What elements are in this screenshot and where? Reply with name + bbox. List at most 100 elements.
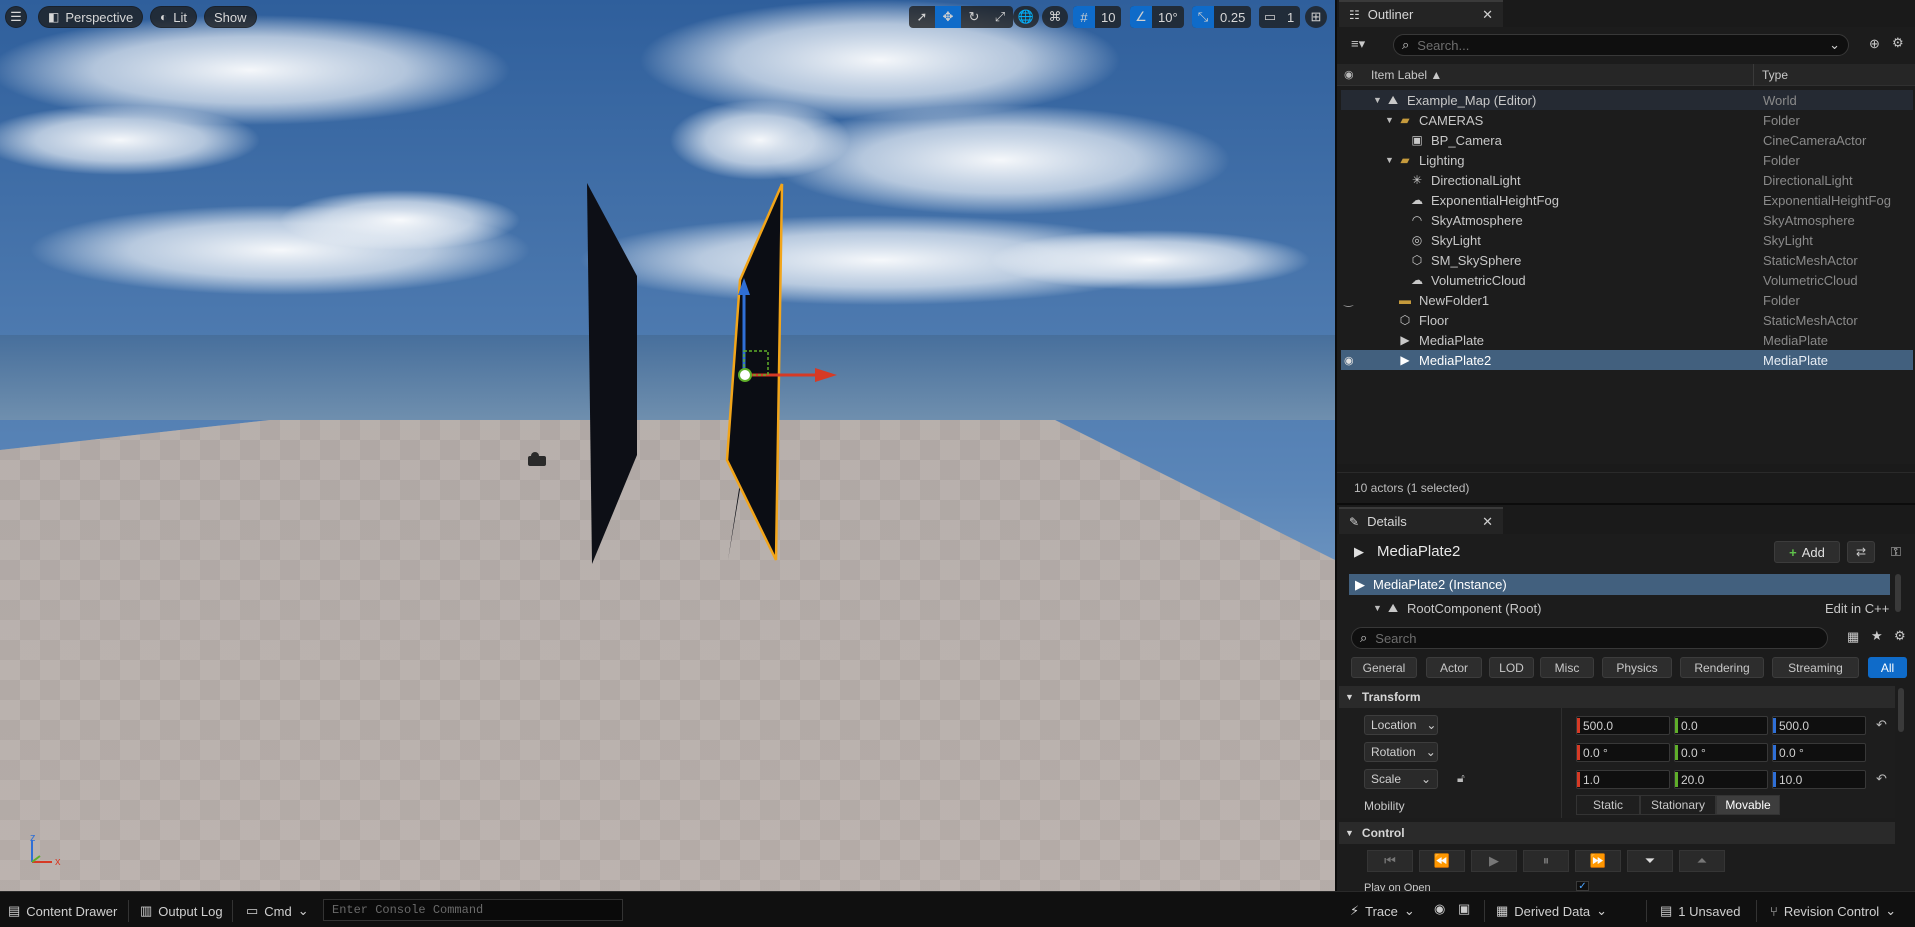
transform-section-header[interactable]: ▼ Transform	[1339, 686, 1895, 708]
outliner-row-volumetric-cloud[interactable]: ☁ VolumetricCloud VolumetricCloud	[1341, 270, 1913, 290]
star-icon[interactable]: ★	[1871, 628, 1883, 644]
rotation-snap-group[interactable]: ∠ 10°	[1130, 6, 1184, 28]
outliner-tab[interactable]: ☷ Outliner ✕	[1339, 0, 1503, 27]
mobility-static[interactable]: Static	[1576, 795, 1640, 815]
play-button[interactable]: ▶	[1471, 850, 1517, 872]
outliner-row-sky-sphere[interactable]: ⬡ SM_SkySphere StaticMeshActor	[1341, 250, 1913, 270]
translate-mode-icon[interactable]: ✥	[935, 6, 961, 28]
location-y-field[interactable]: 0.0	[1674, 716, 1768, 735]
forward-button[interactable]: ⏩	[1575, 850, 1621, 872]
unlock-icon[interactable]: 🔓︎	[1457, 771, 1465, 786]
outliner-row-floor[interactable]: ⬡ Floor StaticMeshActor	[1341, 310, 1913, 330]
filter-icon[interactable]: ≡▾	[1351, 36, 1365, 52]
details-search-input[interactable]: ⌕ Search	[1351, 627, 1828, 649]
revision-control-button[interactable]: ⑂ Revision Control ⌄	[1770, 901, 1896, 921]
add-component-button[interactable]: + Add	[1774, 541, 1840, 563]
grid-snap-group[interactable]: # 10	[1073, 6, 1122, 28]
root-component-row[interactable]: ▼ ⛰ RootComponent (Root) Edit in C++	[1349, 598, 1890, 618]
lit-button[interactable]: ◐ Lit	[150, 6, 197, 28]
property-matrix-icon[interactable]: ▦	[1847, 629, 1859, 645]
viewport-scene[interactable]	[0, 0, 1335, 891]
outliner-row-mediaplate[interactable]: ▶ MediaPlate MediaPlate	[1341, 330, 1913, 350]
scale-x-field[interactable]: 1.0	[1576, 770, 1670, 789]
camera-speed-value[interactable]: 1	[1281, 6, 1300, 28]
location-x-field[interactable]: 500.0	[1576, 716, 1670, 735]
component-instance-row[interactable]: ▶ MediaPlate2 (Instance)	[1349, 574, 1890, 595]
category-rendering[interactable]: Rendering	[1680, 657, 1764, 678]
rotation-y-field[interactable]: 0.0 °	[1674, 743, 1768, 762]
viewport-menu-button[interactable]: ☰	[5, 6, 27, 28]
mobility-movable[interactable]: Movable	[1716, 795, 1780, 815]
category-physics[interactable]: Physics	[1602, 657, 1672, 678]
camera-speed-group[interactable]: ▭ 1	[1259, 6, 1301, 28]
rotation-z-field[interactable]: 0.0 °	[1772, 743, 1866, 762]
outliner-row-directional-light[interactable]: ✳ DirectionalLight DirectionalLight	[1341, 170, 1913, 190]
outliner-row-cameras[interactable]: ▼ ▰ CAMERAS Folder	[1341, 110, 1913, 130]
category-lod[interactable]: LOD	[1489, 657, 1534, 678]
add-folder-icon[interactable]: ⊕	[1869, 36, 1880, 52]
location-dropdown[interactable]: Location ⌄	[1364, 715, 1438, 735]
rotate-mode-icon[interactable]: ↻	[961, 6, 987, 28]
grid-snap-value[interactable]: 10	[1095, 6, 1121, 28]
camera-icon[interactable]: ▭	[1259, 6, 1281, 28]
level-viewport[interactable]: ☰ ◧ Perspective ◐ Lit Show ➚ ✥ ↻ ⤢ 🌐 ⌘ #…	[0, 0, 1335, 891]
rotation-x-field[interactable]: 0.0 °	[1576, 743, 1670, 762]
scale-y-field[interactable]: 20.0	[1674, 770, 1768, 789]
unsaved-button[interactable]: ▤ 1 Unsaved	[1660, 901, 1740, 921]
coordinate-space-button[interactable]: 🌐	[1013, 6, 1039, 28]
trace-button[interactable]: ⚡︎ Trace ⌄	[1350, 901, 1415, 921]
play-on-open-checkbox[interactable]: ✓	[1576, 881, 1589, 891]
surface-snap-button[interactable]: ⌘	[1042, 6, 1068, 28]
mobility-stationary[interactable]: Stationary	[1640, 795, 1716, 815]
type-column[interactable]: Type	[1762, 68, 1788, 82]
record-icon[interactable]: ◉	[1434, 901, 1445, 917]
close-outliner-icon[interactable]: ✕	[1482, 7, 1493, 23]
category-actor[interactable]: Actor	[1426, 657, 1482, 678]
outliner-search-input[interactable]: ⌕ Search... ⌄	[1393, 34, 1849, 56]
output-log-button[interactable]: ▥ Output Log	[140, 901, 223, 921]
angle-snap-icon[interactable]: ∠	[1130, 6, 1152, 28]
close-details-icon[interactable]: ✕	[1482, 514, 1493, 530]
components-scrollbar[interactable]	[1895, 574, 1901, 612]
edit-in-cpp-link[interactable]: Edit in C++	[1825, 601, 1889, 616]
eye-icon[interactable]: ◉	[1344, 354, 1354, 367]
rotation-snap-value[interactable]: 10°	[1152, 6, 1184, 28]
scale-mode-icon[interactable]: ⤢	[987, 6, 1013, 28]
outliner-row-bp-camera[interactable]: ▣ BP_Camera CineCameraActor	[1341, 130, 1913, 150]
lock-icon[interactable]: ⚿	[1891, 544, 1901, 560]
screenshot-icon[interactable]: ▣	[1458, 901, 1470, 917]
actor-name[interactable]: MediaPlate2	[1377, 543, 1460, 560]
show-button[interactable]: Show	[204, 6, 257, 28]
pause-button[interactable]: ⏸	[1523, 850, 1569, 872]
scale-snap-group[interactable]: ⤡ 0.25	[1192, 6, 1252, 28]
layout-button[interactable]: ⊞	[1305, 6, 1327, 28]
outliner-row-height-fog[interactable]: ☁ ExponentialHeightFog ExponentialHeight…	[1341, 190, 1913, 210]
collapse-arrow-icon[interactable]: ▼	[1373, 603, 1385, 613]
category-all[interactable]: All	[1868, 657, 1907, 678]
derived-data-button[interactable]: ▦ Derived Data ⌄	[1496, 901, 1607, 921]
outliner-row-mediaplate2[interactable]: ◉ ▶ MediaPlate2 MediaPlate	[1341, 350, 1913, 370]
open-button[interactable]: ⏷	[1627, 850, 1673, 872]
outliner-row-world[interactable]: ▼ ⛰ Example_Map (Editor) World	[1341, 90, 1913, 110]
gear-icon[interactable]: ⚙	[1892, 35, 1904, 51]
item-label-column[interactable]: Item Label ▲	[1371, 68, 1442, 82]
chevron-down-icon[interactable]: ⌄	[1829, 37, 1840, 53]
gear-icon[interactable]: ⚙	[1894, 628, 1906, 644]
scale-z-field[interactable]: 10.0	[1772, 770, 1866, 789]
location-z-field[interactable]: 500.0	[1772, 716, 1866, 735]
cmd-dropdown[interactable]: ▭ Cmd ⌄	[246, 901, 309, 921]
category-misc[interactable]: Misc	[1540, 657, 1594, 678]
scale-dropdown[interactable]: Scale ⌄	[1364, 769, 1438, 789]
collapse-arrow-icon[interactable]: ▼	[1385, 115, 1397, 125]
select-mode-icon[interactable]: ➚	[909, 6, 935, 28]
category-general[interactable]: General	[1351, 657, 1417, 678]
scale-snap-icon[interactable]: ⤡	[1192, 6, 1214, 28]
outliner-row-sky-atmosphere[interactable]: ◠ SkyAtmosphere SkyAtmosphere	[1341, 210, 1913, 230]
outliner-row-lighting[interactable]: ▼ ▰ Lighting Folder	[1341, 150, 1913, 170]
details-tab[interactable]: ✎ Details ✕	[1339, 507, 1503, 534]
close-media-button[interactable]: ⏶	[1679, 850, 1725, 872]
hidden-eye-icon[interactable]: ‿	[1344, 294, 1353, 307]
outliner-row-newfolder1[interactable]: ‿ ▬ NewFolder1 Folder	[1341, 290, 1913, 310]
blueprint-button[interactable]: ⇄	[1847, 541, 1875, 563]
rotation-dropdown[interactable]: Rotation ⌄	[1364, 742, 1438, 762]
